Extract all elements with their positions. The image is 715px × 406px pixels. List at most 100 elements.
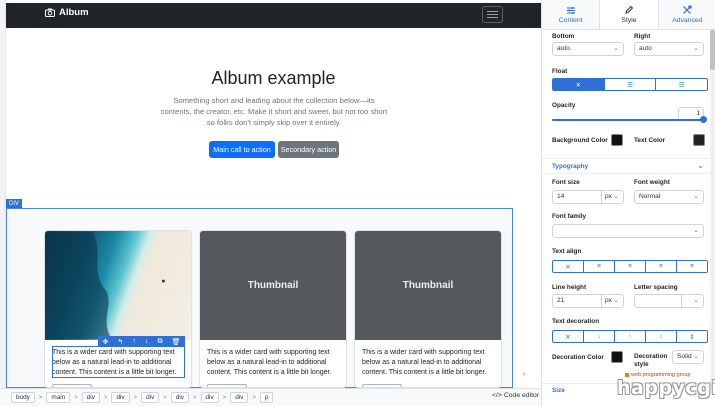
tab-content-label: Content — [558, 16, 583, 24]
line-through-icon[interactable]: ↕ — [646, 331, 677, 342]
align-center-icon[interactable]: ≡ — [615, 261, 646, 272]
canvas-scrollbar[interactable]: › — [513, 28, 541, 388]
thumbnail-placeholder: Thumbnail — [355, 231, 501, 340]
code-icon: </> — [492, 392, 502, 399]
code-editor-button[interactable]: </> Code editor — [492, 392, 539, 399]
card-text[interactable]: This is a wider card with supporting tex… — [362, 348, 494, 378]
size-title: Size — [552, 387, 565, 394]
text-align-segmented: ✕ ≡ ≡ ≡ ≡ — [552, 260, 708, 273]
breadcrumb-item[interactable]: div — [230, 392, 249, 403]
panel-tabs: Content Style Advanced — [542, 0, 715, 30]
font-weight-select[interactable]: Normal ⌄ — [634, 190, 704, 204]
chevron-down-icon: ⌄ — [697, 161, 704, 170]
align-justify-icon[interactable]: ≡ — [677, 261, 707, 272]
tools-icon — [682, 5, 693, 15]
album-card[interactable]: Thumbnail This is a wider card with supp… — [354, 230, 502, 388]
breadcrumb-item[interactable]: div — [81, 392, 100, 403]
navbar-brand[interactable]: Album — [45, 7, 89, 18]
camera-icon — [45, 8, 55, 17]
hero-lead: Something short and leading about the co… — [160, 96, 388, 127]
breadcrumb-item[interactable]: div — [111, 392, 130, 403]
background-color-label: Background Color — [552, 137, 608, 144]
opacity-slider-handle[interactable] — [700, 116, 707, 123]
tab-style-label: Style — [621, 17, 637, 24]
line-height-label: Line height — [552, 284, 587, 291]
menu-toggle-button[interactable] — [482, 6, 503, 23]
float-left-button[interactable]: ☰ — [604, 79, 657, 90]
select-parent-icon[interactable]: ↰ — [117, 338, 123, 346]
decoration-color-label: Decoration Color — [552, 354, 604, 361]
pencil-icon — [624, 5, 634, 15]
font-family-select[interactable]: ⌄ — [552, 224, 704, 238]
decoration-none-button[interactable]: ✕ — [553, 331, 584, 342]
scroll-right-icon[interactable]: › — [523, 371, 525, 378]
move-up-icon[interactable]: ↑ — [132, 338, 136, 345]
bottom-select[interactable]: auto ⌄ — [552, 42, 624, 56]
float-label: Float — [552, 68, 568, 75]
tab-content[interactable]: Content — [542, 0, 599, 29]
font-weight-label: Font weight — [634, 179, 670, 186]
code-editor-label: Code editor — [503, 392, 539, 399]
line-height-unit[interactable]: px — [601, 295, 612, 307]
thumbnail-placeholder: Thumbnail — [200, 231, 346, 340]
panel-scrollbar-thumb[interactable] — [710, 30, 715, 70]
move-icon[interactable]: ✥ — [103, 338, 109, 346]
right-select[interactable]: auto ⌄ — [634, 42, 704, 56]
float-right-button[interactable]: ☰ — [656, 79, 707, 90]
navbar: Album — [6, 3, 541, 28]
underline-icon[interactable]: ↓ — [584, 331, 615, 342]
float-none-button[interactable]: ✕ — [553, 79, 605, 90]
editor-canvas[interactable]: Album Album example Something short and … — [0, 0, 541, 388]
text-decoration-segmented: ✕ ↓ ↑ ↕ ⇕ — [552, 330, 708, 343]
decoration-color-swatch[interactable] — [611, 351, 623, 363]
breadcrumb-item[interactable]: body — [11, 392, 35, 403]
text-color-label: Text Color — [634, 137, 666, 144]
move-down-icon[interactable]: ↓ — [145, 338, 149, 345]
float-segmented: ✕ ☰ ☰ — [552, 78, 708, 91]
font-size-label: Font size — [552, 179, 580, 186]
letter-spacing-input[interactable]: ⌄ — [634, 294, 704, 308]
decoration-all-icon[interactable]: ⇕ — [677, 331, 707, 342]
align-left-icon[interactable]: ≡ — [584, 261, 615, 272]
font-family-label: Font family — [552, 213, 587, 220]
beach-image — [45, 231, 191, 340]
decoration-style-select[interactable]: Solid ⌄ — [672, 350, 704, 364]
overline-icon[interactable]: ↑ — [615, 331, 646, 342]
typography-title: Typography — [552, 163, 589, 170]
secondary-action-button[interactable]: Secondary action — [278, 141, 339, 158]
main-cta-button[interactable]: Main call to action — [209, 141, 275, 158]
opacity-label: Opacity — [552, 102, 576, 109]
tab-advanced[interactable]: Advanced — [659, 0, 715, 29]
brand-label: Album — [59, 7, 89, 18]
hero-title: Album example — [211, 68, 336, 88]
panel-scrollbar[interactable] — [710, 30, 715, 390]
breadcrumb-item[interactable]: p — [259, 392, 274, 403]
delete-icon[interactable]: 🗑 — [172, 338, 181, 346]
breadcrumb: body > main > div > div > div > div > div > div… — [0, 388, 541, 406]
font-size-unit[interactable]: px — [601, 191, 612, 203]
right-label: Right — [634, 33, 651, 40]
breadcrumb-item[interactable]: div — [200, 392, 219, 403]
align-right-icon[interactable]: ≡ — [646, 261, 677, 272]
watermark-logo: happycgi — [617, 377, 715, 399]
line-height-input[interactable]: 21 px ⌄ — [552, 294, 624, 308]
album-card[interactable]: Thumbnail This is a wider card with supp… — [199, 230, 347, 388]
opacity-slider[interactable] — [552, 119, 706, 121]
letter-spacing-label: Letter spacing — [634, 284, 678, 291]
breadcrumb-item[interactable]: div — [170, 392, 189, 403]
breadcrumb-item[interactable]: main — [46, 392, 71, 403]
text-decoration-label: Text decoration — [552, 318, 600, 325]
card-text[interactable]: This is a wider card with supporting tex… — [207, 348, 339, 378]
text-align-none-button[interactable]: ✕ — [553, 261, 584, 272]
font-size-input[interactable]: 14 px ⌄ — [552, 190, 624, 204]
breadcrumb-item[interactable]: div — [141, 392, 160, 403]
text-align-label: Text align — [552, 248, 582, 255]
text-color-swatch[interactable] — [693, 134, 705, 146]
typography-section-header[interactable]: Typography ⌄ — [542, 158, 715, 174]
tab-style[interactable]: Style — [599, 0, 659, 29]
background-color-swatch[interactable] — [611, 134, 623, 146]
sliders-icon — [566, 6, 576, 15]
selected-text-outline — [52, 346, 185, 378]
tab-advanced-label: Advanced — [672, 17, 703, 24]
clone-icon[interactable]: ⧉ — [157, 338, 162, 346]
